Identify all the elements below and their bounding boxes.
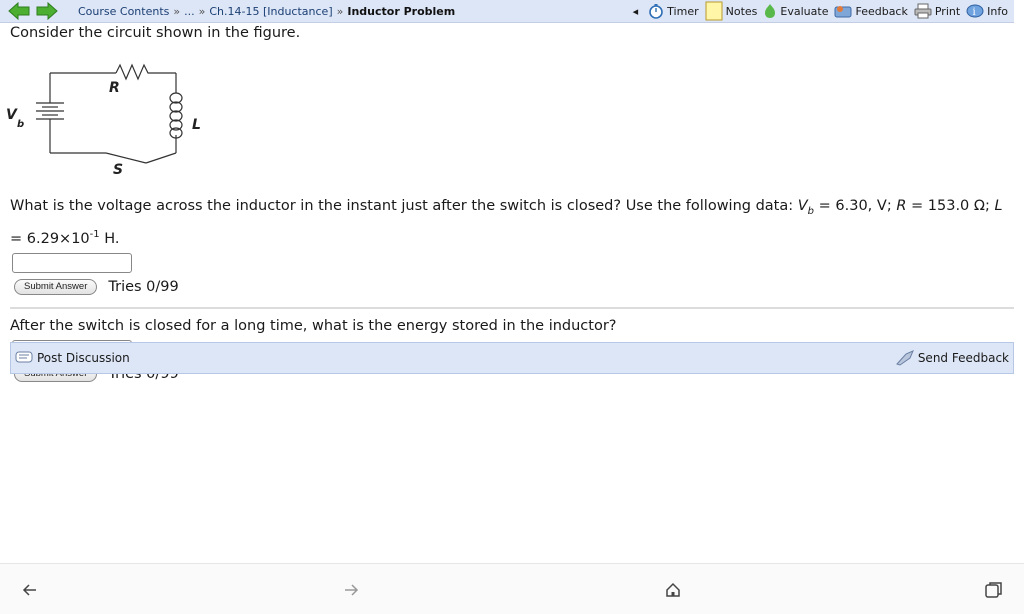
evaluate-label: Evaluate — [780, 4, 829, 18]
resistor-symbol — [115, 63, 152, 81]
resistor-label: R — [109, 80, 120, 96]
breadcrumb: Course Contents » ... » Ch.14-15 [Induct… — [78, 5, 455, 18]
info-label: Info — [987, 4, 1008, 18]
post-discussion-label: Post Discussion — [37, 351, 130, 365]
breadcrumb-ellipsis[interactable]: ... — [184, 5, 195, 18]
send-feedback-link[interactable]: Send Feedback — [892, 350, 1013, 366]
browser-forward-button[interactable] — [339, 578, 363, 602]
send-feedback-icon — [895, 350, 914, 366]
collapse-arrow-icon[interactable]: ◂ — [633, 5, 639, 18]
timer-button[interactable]: Timer — [648, 3, 699, 19]
feedback-label: Feedback — [855, 4, 908, 18]
browser-back-icon — [22, 584, 36, 596]
switch-label: S — [113, 162, 123, 178]
info-button[interactable]: i Info — [966, 3, 1008, 19]
r-value: = 153.0 Ω; — [906, 198, 995, 214]
question-1-submit-button[interactable]: Submit Answer — [14, 278, 98, 295]
breadcrumb-chapter[interactable]: Ch.14-15 [Inductance] — [209, 5, 332, 18]
vb-symbol: V — [797, 198, 808, 214]
problem-intro: Consider the circuit shown in the figure… — [10, 25, 301, 41]
print-button[interactable]: Print — [914, 3, 960, 19]
svg-text:i: i — [973, 7, 976, 18]
evaluate-button[interactable]: Evaluate — [763, 3, 828, 19]
info-icon: i — [966, 4, 984, 18]
tool-links: ◂ Timer Notes Evaluate Feedback Print i … — [633, 0, 1008, 22]
browser-bottom-bar — [0, 563, 1024, 614]
question-1-submit-row: Submit Answer Tries 0/99 — [10, 278, 1014, 295]
top-toolbar: Course Contents » ... » Ch.14-15 [Induct… — [0, 0, 1014, 23]
question-1-text: What is the voltage across the inductor … — [10, 195, 1014, 251]
timer-icon — [649, 4, 663, 19]
breadcrumb-current: Inductor Problem — [347, 4, 456, 18]
back-arrow-icon[interactable] — [8, 1, 30, 21]
evaluate-icon — [765, 4, 776, 18]
breadcrumb-separator: » — [336, 4, 344, 18]
r-symbol: R — [896, 198, 907, 214]
notes-button[interactable]: Notes — [705, 1, 758, 21]
inductor-symbol — [169, 92, 183, 139]
timer-label: Timer — [667, 4, 699, 18]
l-exponent: -1 — [89, 228, 100, 240]
discussion-bar: Post Discussion Send Feedback — [10, 342, 1014, 374]
forward-arrow-icon[interactable] — [36, 1, 58, 21]
battery-symbol — [36, 102, 64, 123]
l-unit: H. — [99, 230, 120, 247]
l-value: = 6.29×10 — [10, 230, 90, 247]
question-2-text: After the switch is closed for a long ti… — [10, 317, 617, 334]
browser-tabs-button[interactable] — [982, 578, 1006, 602]
tabs-icon — [985, 582, 1002, 598]
question-1-answer-input[interactable] — [12, 252, 132, 273]
vb-value: = 6.30, V; — [814, 198, 897, 214]
browser-home-button[interactable] — [661, 578, 685, 602]
question-1-tries: Tries 0/99 — [108, 278, 179, 295]
question-divider — [10, 306, 1014, 309]
print-label: Print — [934, 4, 961, 18]
breadcrumb-separator: » — [173, 4, 181, 18]
l-symbol: L — [994, 198, 1003, 214]
feedback-button[interactable]: Feedback — [834, 3, 908, 19]
post-discussion-link[interactable]: Post Discussion — [11, 351, 134, 365]
discussion-icon — [15, 351, 33, 363]
notes-label: Notes — [725, 4, 758, 18]
browser-back-button[interactable] — [18, 578, 42, 602]
notes-icon — [705, 1, 723, 21]
breadcrumb-course-contents[interactable]: Course Contents — [78, 5, 169, 18]
print-icon — [914, 3, 932, 19]
breadcrumb-separator: » — [198, 4, 206, 18]
send-feedback-label: Send Feedback — [917, 351, 1009, 365]
browser-forward-icon — [345, 584, 359, 596]
circuit-diagram: R V b L S — [6, 63, 201, 178]
question-1-text-start: What is the voltage across the inductor … — [10, 198, 798, 214]
battery-label-subscript: b — [17, 119, 24, 130]
feedback-icon — [834, 6, 852, 18]
inductor-label: L — [192, 117, 201, 133]
home-icon — [666, 582, 680, 597]
problem-content: Consider the circuit shown in the figure… — [6, 22, 1014, 382]
